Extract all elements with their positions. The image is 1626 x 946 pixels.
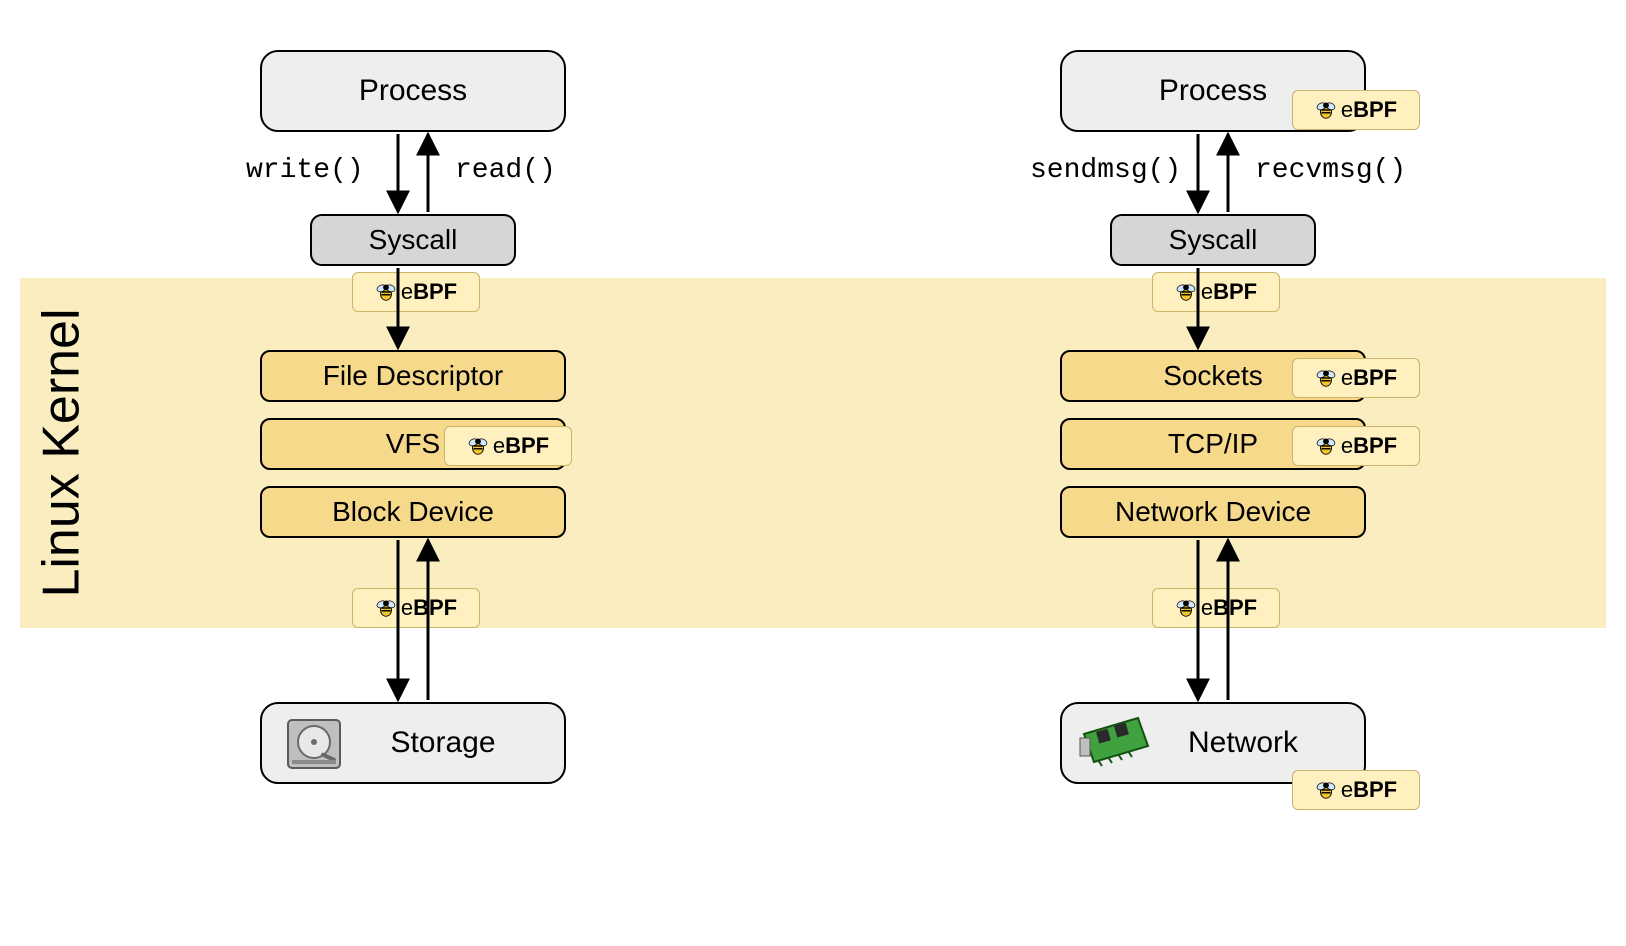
bee-icon (1315, 367, 1337, 389)
bee-icon (375, 281, 397, 303)
disk-icon (282, 712, 346, 776)
left-syscall-label: Syscall (369, 224, 458, 256)
bee-icon (1315, 779, 1337, 801)
kernel-label: Linux Kernel (32, 278, 92, 628)
left-call-down: write() (246, 155, 364, 186)
ebpf-text: eBPF (1341, 433, 1397, 459)
left-process-box: Process (260, 50, 566, 132)
bee-icon (1315, 99, 1337, 121)
left-layer-2-label: Block Device (332, 496, 494, 528)
bee-icon (375, 597, 397, 619)
ebpf-text: eBPF (401, 279, 457, 305)
bee-icon (1175, 597, 1197, 619)
left-layer-0-label: File Descriptor (323, 360, 503, 392)
left-process-label: Process (359, 74, 467, 108)
diagram-stage: Linux Kernel Process write() read() Sysc… (0, 0, 1626, 946)
ebpf-badge-left-vfs: eBPF (444, 426, 572, 466)
ebpf-badge-right-process: eBPF (1292, 90, 1420, 130)
ebpf-badge-left-syscall: eBPF (352, 272, 480, 312)
left-call-up: read() (455, 155, 556, 186)
nic-icon (1078, 714, 1154, 772)
right-bottom-label: Network (1188, 726, 1298, 760)
ebpf-badge-right-syscall: eBPF (1152, 272, 1280, 312)
ebpf-badge-left-storage: eBPF (352, 588, 480, 628)
ebpf-text: eBPF (401, 595, 457, 621)
left-layer-0: File Descriptor (260, 350, 566, 402)
ebpf-text: eBPF (493, 433, 549, 459)
ebpf-text: eBPF (1341, 365, 1397, 391)
ebpf-badge-right-sockets: eBPF (1292, 358, 1420, 398)
left-bottom-label: Storage (390, 726, 495, 760)
ebpf-text: eBPF (1201, 279, 1257, 305)
right-layer-2: Network Device (1060, 486, 1366, 538)
right-layer-2-label: Network Device (1115, 496, 1311, 528)
bee-icon (467, 435, 489, 457)
ebpf-text: eBPF (1341, 777, 1397, 803)
right-process-label: Process (1159, 74, 1267, 108)
ebpf-badge-right-netdev: eBPF (1152, 588, 1280, 628)
right-call-up: recvmsg() (1255, 155, 1406, 186)
right-layer-0-label: Sockets (1163, 360, 1263, 392)
ebpf-badge-right-network: eBPF (1292, 770, 1420, 810)
right-layer-1-label: TCP/IP (1168, 428, 1258, 460)
right-syscall-label: Syscall (1169, 224, 1258, 256)
right-syscall-box: Syscall (1110, 214, 1316, 266)
left-layer-2: Block Device (260, 486, 566, 538)
left-layer-1-label: VFS (386, 428, 440, 460)
right-call-down: sendmsg() (1030, 155, 1181, 186)
ebpf-text: eBPF (1201, 595, 1257, 621)
kernel-label-text: Linux Kernel (32, 308, 92, 597)
left-syscall-box: Syscall (310, 214, 516, 266)
ebpf-badge-right-tcpip: eBPF (1292, 426, 1420, 466)
ebpf-text: eBPF (1341, 97, 1397, 123)
bee-icon (1315, 435, 1337, 457)
bee-icon (1175, 281, 1197, 303)
